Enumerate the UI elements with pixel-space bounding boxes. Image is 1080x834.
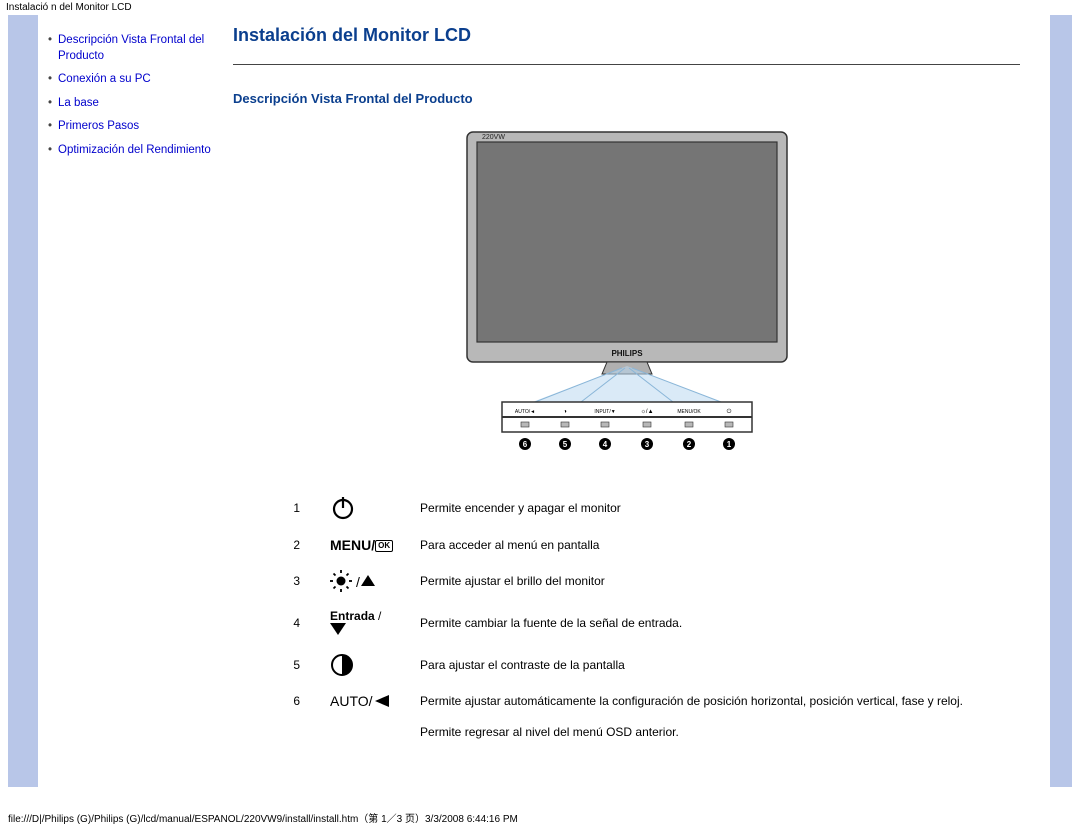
button-number: 6 bbox=[280, 685, 320, 717]
left-rail bbox=[8, 15, 38, 787]
table-row: 6 AUTO/ Permite ajustar automáticamente … bbox=[280, 685, 973, 717]
svg-text:PHILIPS: PHILIPS bbox=[611, 349, 643, 358]
button-desc: Permite encender y apagar el monitor bbox=[410, 487, 973, 529]
monitor-figure: 220VW PHILIPS AUTO/◄ ◑ INPUT/▼ ☼/▲ bbox=[233, 124, 1020, 457]
button-number: 3 bbox=[280, 561, 320, 601]
bullet-icon: • bbox=[48, 143, 58, 159]
bullet-icon: • bbox=[48, 72, 58, 88]
sidebar-link[interactable]: Primeros Pasos bbox=[58, 119, 139, 135]
auto-back-icon: AUTO/ bbox=[320, 685, 410, 717]
sidebar-item-base[interactable]: • La base bbox=[48, 96, 213, 112]
button-number: 4 bbox=[280, 601, 320, 645]
sidebar-item-primeros[interactable]: • Primeros Pasos bbox=[48, 119, 213, 135]
button-desc: Permite ajustar automáticamente la confi… bbox=[410, 685, 973, 717]
table-row: 1 Permite encender y apagar el monitor bbox=[280, 487, 973, 529]
main-content: Instalación del Monitor LCD Descripción … bbox=[223, 15, 1050, 787]
table-row: Permite regresar al nivel del menú OSD a… bbox=[280, 717, 973, 747]
button-desc: Para ajustar el contraste de la pantalla bbox=[410, 645, 973, 685]
svg-text:3: 3 bbox=[644, 440, 649, 449]
svg-text:220VW: 220VW bbox=[482, 134, 505, 141]
page-title: Instalación del Monitor LCD bbox=[233, 25, 1020, 46]
svg-text:2: 2 bbox=[686, 440, 691, 449]
table-row: 5 Para ajustar el contraste de la pantal… bbox=[280, 645, 973, 685]
svg-text:/: / bbox=[356, 574, 360, 590]
bullet-icon: • bbox=[48, 33, 58, 49]
brightness-up-icon: / bbox=[320, 561, 410, 601]
sidebar-link[interactable]: Conexión a su PC bbox=[58, 72, 151, 88]
sidebar-link[interactable]: La base bbox=[58, 96, 99, 112]
svg-text:MENU/OK: MENU/OK bbox=[677, 409, 701, 415]
button-desc-extra: Permite regresar al nivel del menú OSD a… bbox=[410, 717, 973, 747]
input-down-icon: Entrada / bbox=[320, 601, 410, 645]
footer: file:///D|/Philips (G)/Philips (G)/lcd/m… bbox=[0, 807, 1080, 828]
table-row: 3 / Permite ajustar el brill bbox=[280, 561, 973, 601]
bullet-icon: • bbox=[48, 119, 58, 135]
svg-text:◑: ◑ bbox=[563, 409, 567, 415]
header-strip: Instalació n del Monitor LCD bbox=[0, 0, 1080, 15]
button-desc: Para acceder al menú en pantalla bbox=[410, 529, 973, 561]
button-desc: Permite ajustar el brillo del monitor bbox=[410, 561, 973, 601]
sidebar-link[interactable]: Descripción Vista Frontal del Producto bbox=[58, 33, 213, 64]
sidebar: • Descripción Vista Frontal del Producto… bbox=[38, 15, 223, 787]
button-desc: Permite cambiar la fuente de la señal de… bbox=[410, 601, 973, 645]
table-row: 4 Entrada / Permite cambiar la fuente de… bbox=[280, 601, 973, 645]
button-number: 1 bbox=[280, 487, 320, 529]
svg-text:⏻: ⏻ bbox=[726, 408, 731, 415]
sidebar-item-conexion[interactable]: • Conexión a su PC bbox=[48, 72, 213, 88]
page-wrap: • Descripción Vista Frontal del Producto… bbox=[8, 15, 1072, 787]
sidebar-item-descripcion[interactable]: • Descripción Vista Frontal del Producto bbox=[48, 33, 213, 64]
svg-text:☼/▲: ☼/▲ bbox=[640, 409, 653, 415]
svg-text:4: 4 bbox=[602, 440, 607, 449]
contrast-icon bbox=[320, 645, 410, 685]
button-number: 5 bbox=[280, 645, 320, 685]
monitor-illustration: 220VW PHILIPS AUTO/◄ ◑ INPUT/▼ ☼/▲ bbox=[447, 124, 807, 454]
sidebar-link[interactable]: Optimización del Rendimiento bbox=[58, 143, 211, 159]
menu-ok-icon: MENU/OK bbox=[320, 529, 410, 561]
table-row: 2 MENU/OK Para acceder al menú en pantal… bbox=[280, 529, 973, 561]
bullet-icon: • bbox=[48, 96, 58, 112]
svg-text:5: 5 bbox=[562, 440, 567, 449]
section-title: Descripción Vista Frontal del Producto bbox=[233, 91, 1020, 106]
power-icon bbox=[320, 487, 410, 529]
button-number: 2 bbox=[280, 529, 320, 561]
buttons-table: 1 Permite encender y apagar el monitor 2… bbox=[280, 487, 973, 747]
svg-text:1: 1 bbox=[726, 440, 731, 449]
right-rail bbox=[1050, 15, 1072, 787]
svg-text:AUTO/◄: AUTO/◄ bbox=[514, 409, 534, 415]
svg-text:6: 6 bbox=[522, 440, 527, 449]
sidebar-item-optimizacion[interactable]: • Optimización del Rendimiento bbox=[48, 143, 213, 159]
svg-text:INPUT/▼: INPUT/▼ bbox=[594, 409, 615, 415]
divider bbox=[233, 64, 1020, 65]
